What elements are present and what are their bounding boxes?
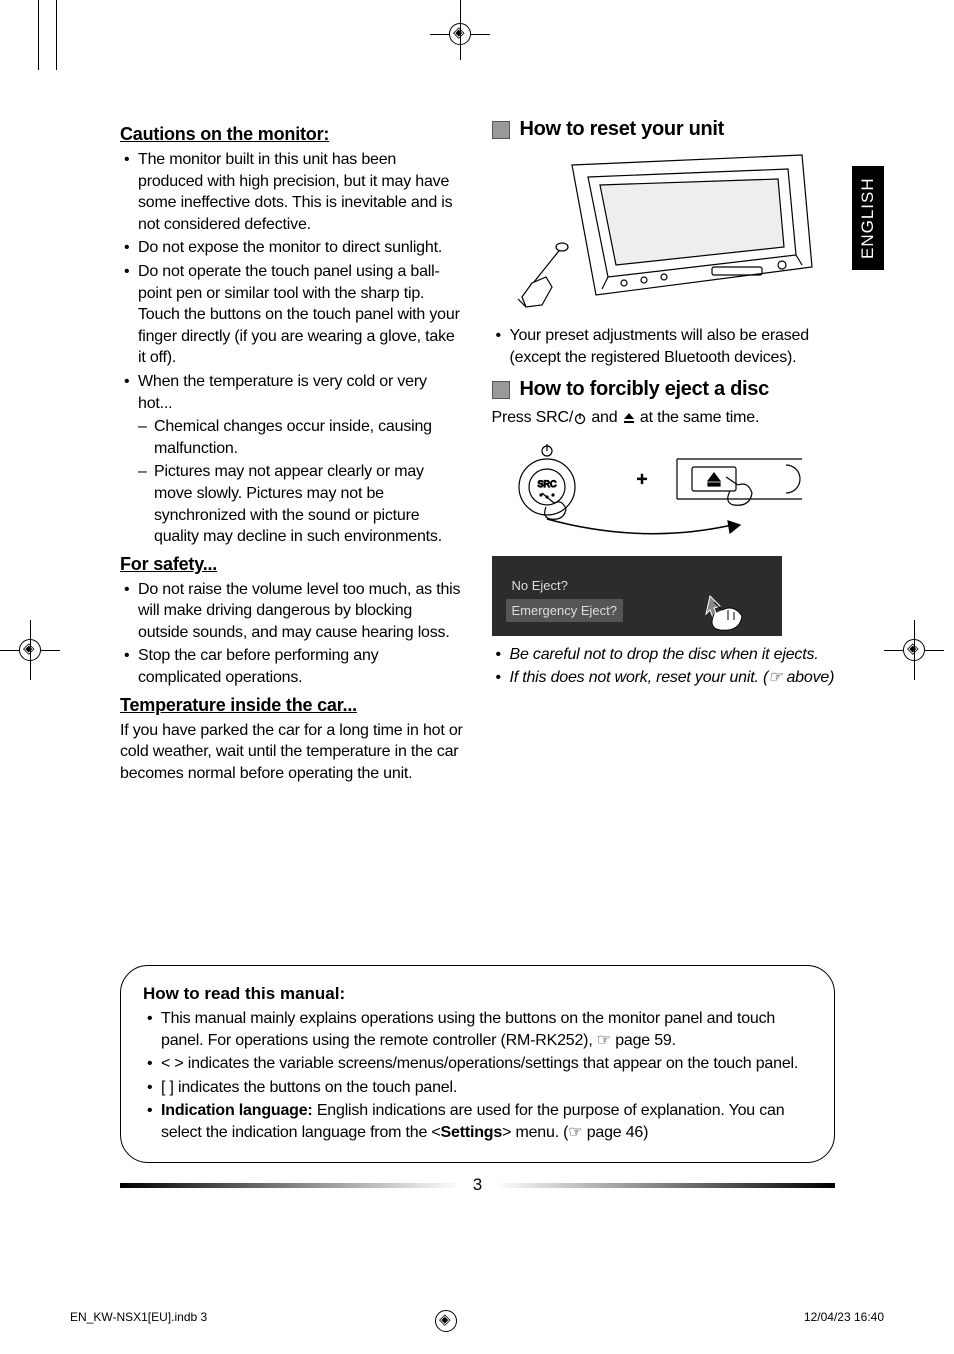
section-title-eject: How to forcibly eject a disc <box>520 378 769 401</box>
eject-instruction: Press SRC/ and at the same time. <box>492 407 836 429</box>
section-marker-icon <box>492 381 510 399</box>
section-title-reset: How to reset your unit <box>520 118 725 141</box>
list-item: When the temperature is very cold or ver… <box>120 371 464 548</box>
page-bar-right <box>494 1183 835 1188</box>
list-item: Do not operate the touch panel using a b… <box>120 261 464 369</box>
list-item: If this does not work, reset your unit. … <box>492 667 836 689</box>
list-item: Be careful not to drop the disc when it … <box>492 644 836 666</box>
howto-list: This manual mainly explains operations u… <box>143 1008 812 1144</box>
list-item: Do not raise the volume level too much, … <box>120 579 464 644</box>
print-footer: EN_KW-NSX1[EU].indb 3 12/04/23 16:40 <box>70 1310 884 1324</box>
list-eject-notes: Be careful not to drop the disc when it … <box>492 644 836 689</box>
text: > menu. (☞ page 46) <box>502 1124 648 1141</box>
list-item: Do not expose the monitor to direct sunl… <box>120 237 464 259</box>
section-head-eject: How to forcibly eject a disc <box>492 378 836 401</box>
main-content: Cautions on the monitor: The monitor bui… <box>120 118 835 784</box>
list-item: [ ] indicates the buttons on the touch p… <box>143 1077 812 1099</box>
page-number-bar: 3 <box>120 1175 835 1195</box>
left-column: Cautions on the monitor: The monitor bui… <box>120 118 464 784</box>
list-item: The monitor built in this unit has been … <box>120 149 464 235</box>
list-item-text: When the temperature is very cold or ver… <box>138 373 427 412</box>
list-item: Chemical changes occur inside, causing m… <box>138 416 464 459</box>
footer-timestamp: 12/04/23 16:40 <box>804 1310 884 1324</box>
eject-icon <box>622 412 636 424</box>
right-column: How to reset your unit <box>492 118 836 784</box>
list-reset-note: Your preset adjustments will also be era… <box>492 325 836 368</box>
registration-mark-left <box>0 620 70 690</box>
list-item: Stop the car before performing any compl… <box>120 645 464 688</box>
registration-mark-top <box>430 0 510 70</box>
list-item: Your preset adjustments will also be era… <box>492 325 836 368</box>
footer-filename: EN_KW-NSX1[EU].indb 3 <box>70 1310 207 1324</box>
registration-mark-right <box>884 620 954 690</box>
page-number: 3 <box>473 1175 482 1195</box>
list-item: Indication language: English indications… <box>143 1100 812 1143</box>
list-item: This manual mainly explains operations u… <box>143 1008 812 1051</box>
settings-menu-name: Settings <box>441 1124 503 1141</box>
list-item: Pictures may not appear clearly or may m… <box>138 461 464 547</box>
list-for-safety: Do not raise the volume level too much, … <box>120 579 464 689</box>
reset-unit-illustration <box>512 147 822 315</box>
how-to-read-box: How to read this manual: This manual mai… <box>120 965 835 1163</box>
text: Press SRC/ <box>492 409 574 426</box>
section-head-reset: How to reset your unit <box>492 118 836 141</box>
language-tab: ENGLISH <box>852 166 884 270</box>
paragraph-temperature: If you have parked the car for a long ti… <box>120 720 464 785</box>
touch-hand-icon <box>704 590 748 634</box>
howto-title: How to read this manual: <box>143 984 812 1004</box>
screen-option-emergency-eject: Emergency Eject? <box>506 599 624 622</box>
text: at the same time. <box>636 409 760 426</box>
text: and <box>587 409 622 426</box>
eject-screen-preview: No Eject? Emergency Eject? <box>492 556 782 636</box>
sublist-temperature: Chemical changes occur inside, causing m… <box>138 416 464 548</box>
heading-temperature-car: Temperature inside the car... <box>120 695 464 716</box>
heading-for-safety: For safety... <box>120 554 464 575</box>
list-item: < > indicates the variable screens/menus… <box>143 1053 812 1075</box>
power-icon <box>573 411 587 425</box>
list-cautions-monitor: The monitor built in this unit has been … <box>120 149 464 548</box>
heading-cautions-monitor: Cautions on the monitor: <box>120 124 464 145</box>
svg-text:SRC: SRC <box>537 479 557 489</box>
section-marker-icon <box>492 121 510 139</box>
eject-controls-illustration: SRC + <box>492 437 836 636</box>
page-bar-left <box>120 1183 461 1188</box>
screen-option-no-eject: No Eject? <box>506 574 574 597</box>
svg-text:+: + <box>636 469 647 489</box>
indication-language-label: Indication language: <box>161 1102 313 1119</box>
